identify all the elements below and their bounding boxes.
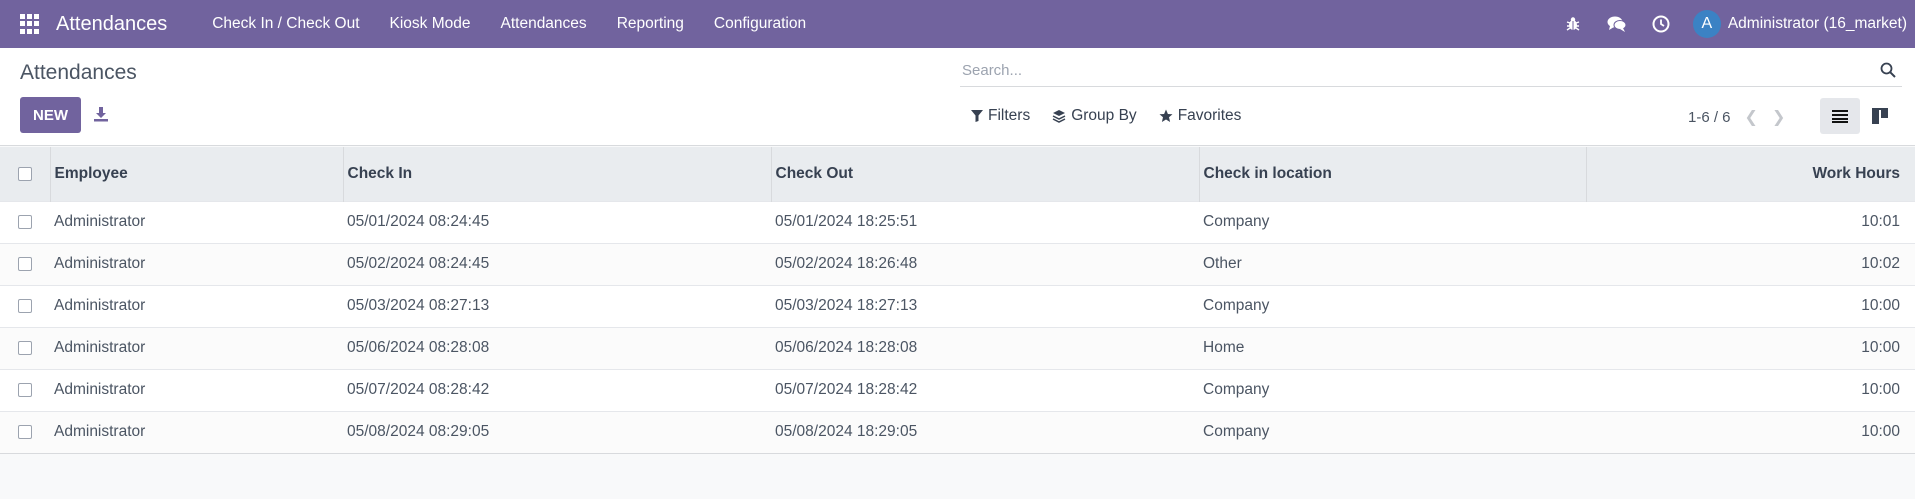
cell-work-hours: 10:00: [1861, 339, 1900, 356]
favorites-button[interactable]: Favorites: [1159, 107, 1242, 125]
cell-employee: Administrator: [54, 213, 146, 230]
menu-reporting[interactable]: Reporting: [602, 15, 699, 33]
table-row[interactable]: Administrator 05/02/2024 08:24:45 05/02/…: [0, 243, 1915, 285]
column-check-out[interactable]: Check Out: [770, 147, 1199, 201]
cell-work-hours: 10:00: [1861, 297, 1900, 314]
search-options: Filters Group By Favorites: [971, 107, 1241, 125]
kanban-view-button[interactable]: [1860, 98, 1900, 134]
table-header: Employee Check In Check Out Check in loc…: [0, 147, 1915, 201]
cell-work-hours: 10:02: [1861, 255, 1900, 272]
chevron-left-icon[interactable]: ❮: [1745, 107, 1758, 127]
row-select-cell: [0, 411, 50, 453]
row-checkbox[interactable]: [18, 214, 32, 229]
cell-location: Company: [1203, 381, 1270, 398]
table-row[interactable]: Administrator 05/07/2024 08:28:42 05/07/…: [0, 369, 1915, 411]
row-checkbox[interactable]: [18, 425, 32, 440]
cell-check-out: 05/06/2024 18:28:08: [775, 339, 918, 356]
row-checkbox[interactable]: [18, 298, 32, 313]
row-select-cell: [0, 285, 50, 327]
row-checkbox[interactable]: [18, 382, 32, 397]
table-row[interactable]: Administrator 05/03/2024 08:27:13 05/03/…: [0, 285, 1915, 327]
table-row[interactable]: Administrator 05/01/2024 08:24:45 05/01/…: [0, 201, 1915, 243]
top-navbar: Attendances Check In / Check Out Kiosk M…: [0, 0, 1915, 48]
cell-check-out: 05/07/2024 18:28:42: [775, 381, 918, 398]
user-menu[interactable]: A Administrator (16_market): [1683, 10, 1907, 38]
row-checkbox[interactable]: [18, 256, 32, 271]
page-title: Attendances: [20, 61, 137, 84]
chevron-right-icon[interactable]: ❯: [1772, 107, 1785, 127]
cell-location: Home: [1203, 339, 1245, 356]
cell-check-out: 05/08/2024 18:29:05: [775, 423, 918, 441]
cell-employee: Administrator: [54, 423, 146, 441]
cell-work-hours: 10:01: [1861, 213, 1900, 230]
cell-check-in: 05/01/2024 08:24:45: [347, 213, 490, 230]
systray: A Administrator (16_market): [1551, 0, 1907, 48]
cell-work-hours: 10:00: [1861, 423, 1900, 441]
bug-icon[interactable]: [1551, 0, 1595, 48]
row-select-cell: [0, 327, 50, 369]
row-select-cell: [0, 243, 50, 285]
cell-location: Other: [1203, 255, 1242, 272]
main-menu: Check In / Check Out Kiosk Mode Attendan…: [197, 15, 821, 33]
user-name: Administrator (16_market): [1727, 15, 1907, 32]
menu-kiosk-mode[interactable]: Kiosk Mode: [375, 15, 486, 33]
cell-employee: Administrator: [54, 381, 146, 398]
pager-value[interactable]: 1-6 / 6: [1688, 109, 1731, 126]
search-icon[interactable]: [1880, 62, 1896, 83]
column-check-in-location[interactable]: Check in location: [1198, 147, 1586, 201]
chat-icon[interactable]: [1595, 0, 1639, 48]
column-employee[interactable]: Employee: [49, 147, 343, 201]
star-icon: [1159, 109, 1173, 122]
cell-employee: Administrator: [54, 255, 146, 272]
pager: 1-6 / 6 ❮ ❯: [1688, 107, 1785, 127]
list-icon: [1832, 110, 1848, 123]
search-input[interactable]: [960, 56, 1860, 84]
cell-location: Company: [1203, 423, 1270, 441]
download-icon[interactable]: [93, 106, 109, 124]
column-work-hours[interactable]: Work Hours: [1585, 147, 1915, 201]
attendance-table: Employee Check In Check Out Check in loc…: [0, 147, 1915, 454]
select-all-cell: [0, 147, 50, 201]
clock-icon[interactable]: [1639, 0, 1683, 48]
row-select-cell: [0, 369, 50, 411]
cell-location: Company: [1203, 297, 1270, 314]
filter-icon: [971, 110, 983, 122]
cell-check-in: 05/03/2024 08:27:13: [347, 297, 490, 314]
filters-button[interactable]: Filters: [971, 107, 1030, 125]
row-select-cell: [0, 201, 50, 243]
cell-location: Company: [1203, 213, 1270, 230]
search-bar: [960, 56, 1902, 87]
layers-icon: [1052, 110, 1066, 123]
cell-check-in: 05/08/2024 08:29:05: [347, 423, 490, 441]
row-checkbox[interactable]: [18, 340, 32, 355]
kanban-icon: [1872, 108, 1888, 124]
table-row[interactable]: Administrator 05/08/2024 08:29:05 05/08/…: [0, 411, 1915, 453]
view-switcher: [1820, 98, 1900, 134]
list-view-button[interactable]: [1820, 98, 1860, 134]
table-row[interactable]: Administrator 05/06/2024 08:28:08 05/06/…: [0, 327, 1915, 369]
cell-check-out: 05/02/2024 18:26:48: [775, 255, 918, 272]
new-button[interactable]: NEW: [20, 97, 81, 133]
menu-attendances[interactable]: Attendances: [486, 15, 602, 33]
apps-grid-icon[interactable]: [20, 14, 40, 34]
cell-employee: Administrator: [54, 297, 146, 314]
group-by-label: Group By: [1071, 107, 1137, 124]
cell-check-in: 05/06/2024 08:28:08: [347, 339, 490, 356]
group-by-button[interactable]: Group By: [1052, 107, 1137, 125]
app-brand[interactable]: Attendances: [56, 13, 167, 36]
menu-check-in-out[interactable]: Check In / Check Out: [197, 15, 374, 33]
avatar: A: [1692, 10, 1721, 38]
menu-configuration[interactable]: Configuration: [699, 15, 821, 33]
cell-check-in: 05/07/2024 08:28:42: [347, 381, 490, 398]
cell-check-in: 05/02/2024 08:24:45: [347, 255, 490, 272]
cell-check-out: 05/01/2024 18:25:51: [775, 213, 918, 230]
cell-work-hours: 10:00: [1861, 381, 1900, 398]
favorites-label: Favorites: [1177, 107, 1242, 124]
cell-check-out: 05/03/2024 18:27:13: [775, 297, 918, 314]
select-all-checkbox[interactable]: [17, 166, 32, 181]
filters-label: Filters: [988, 107, 1031, 124]
cell-employee: Administrator: [54, 339, 146, 356]
column-check-in[interactable]: Check In: [342, 147, 771, 201]
